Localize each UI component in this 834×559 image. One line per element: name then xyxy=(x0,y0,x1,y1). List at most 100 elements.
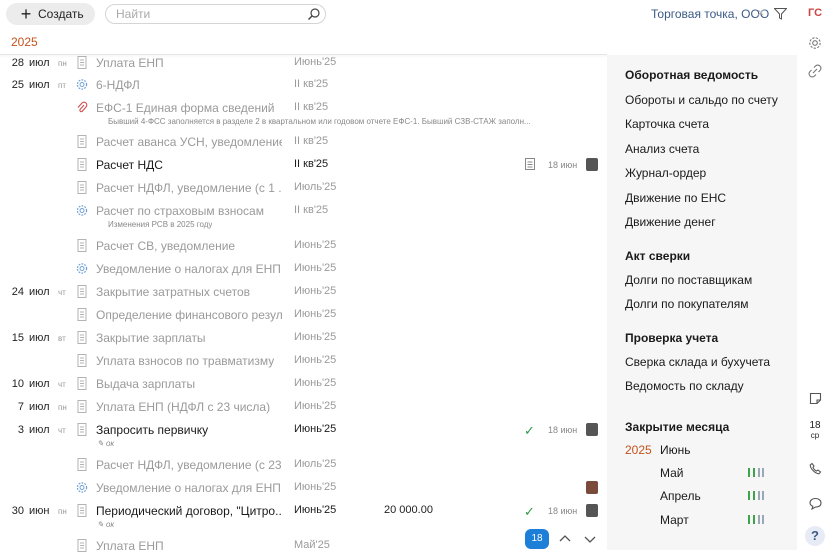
task-title[interactable]: Расчет НДФЛ, уведомление (с 23... xyxy=(96,458,282,472)
chevron-up-icon[interactable] xyxy=(557,531,573,547)
notes-icon[interactable] xyxy=(803,388,827,408)
page-badge[interactable]: 18 xyxy=(525,529,549,549)
task-row[interactable]: Уведомление о налогах для ЕНП Июнь'25 xyxy=(0,259,607,282)
task-period: Июнь'25 xyxy=(294,239,337,251)
closing-month[interactable]: Май xyxy=(660,466,684,480)
task-title[interactable]: Расчет СВ, уведомление xyxy=(96,239,235,253)
task-period: Май'25 xyxy=(294,539,330,551)
assignee-avatar[interactable] xyxy=(586,423,598,436)
report-link[interactable]: Карточка счета xyxy=(625,117,709,131)
task-row[interactable]: Расчет аванса УСН, уведомление II кв'25 xyxy=(0,132,607,155)
task-row[interactable]: Определение финансового резул... Июнь'25 xyxy=(0,305,607,328)
task-title[interactable]: Уплата ЕНП xyxy=(96,56,164,70)
task-row[interactable]: 3 июл чт Запросить первичку Июнь'25 ✎ ок ✓ 18 и… xyxy=(0,420,607,448)
task-row[interactable]: ЕФС-1 Единая форма сведений II кв'25 Бывши… xyxy=(0,98,607,126)
pencil-icon: ✎ xyxy=(97,439,106,448)
task-row[interactable]: 28 июл пн Уплата ЕНП Июнь'25 xyxy=(0,53,607,76)
chevron-down-icon[interactable] xyxy=(582,531,598,547)
task-row[interactable]: Расчет НДС II кв'25 18 июн xyxy=(0,155,607,178)
date-day: 25 xyxy=(11,79,24,91)
task-row[interactable]: 25 июл пт 6-НДФЛ II кв'25 xyxy=(0,75,607,98)
clear-organization-icon[interactable]: × xyxy=(757,5,765,20)
task-period: Июнь'25 xyxy=(294,481,337,493)
help-button[interactable]: ? xyxy=(805,526,825,546)
task-title[interactable]: Расчет по страховым взносам xyxy=(96,204,264,218)
document-icon xyxy=(77,423,87,436)
closing-month[interactable]: Июнь xyxy=(660,443,691,457)
done-check-icon: ✓ xyxy=(524,504,535,519)
task-row[interactable]: Расчет НДФЛ, уведомление (с 23... Июль'25 xyxy=(0,455,607,478)
task-title[interactable]: Уплата взносов по травматизму xyxy=(96,354,274,368)
report-link[interactable]: Долги по поставщикам xyxy=(625,273,752,287)
task-title[interactable]: Закрытие зарплаты xyxy=(96,331,206,345)
task-row[interactable]: 10 июл чт Выдача зарплаты Июнь'25 xyxy=(0,374,607,397)
task-title[interactable]: Уплата ЕНП (НДФЛ с 23 числа) xyxy=(96,400,270,414)
report-link[interactable]: Обороты и сальдо по счету xyxy=(625,93,778,107)
section-title-reconciliation[interactable]: Акт сверки xyxy=(625,249,690,263)
task-row[interactable]: Уведомление о налогах для ЕНП Июнь'25 xyxy=(0,478,607,501)
task-period: Июль'25 xyxy=(294,458,337,470)
task-title[interactable]: Уплата ЕНП xyxy=(96,539,164,553)
task-row[interactable]: 7 июл пн Уплата ЕНП (НДФЛ с 23 числа) Июнь'2… xyxy=(0,397,607,420)
report-link[interactable]: Движение денег xyxy=(625,215,716,229)
task-row[interactable]: Уплата ЕНП Май'25 xyxy=(0,536,607,559)
report-link[interactable]: Ведомость по складу xyxy=(625,379,744,393)
document-icon xyxy=(77,56,87,69)
report-link[interactable]: Сверка склада и бухучета xyxy=(625,355,770,369)
date-month: июл xyxy=(29,401,50,413)
task-row[interactable]: Расчет СВ, уведомление Июнь'25 xyxy=(0,236,607,259)
task-title[interactable]: Уведомление о налогах для ЕНП xyxy=(96,481,281,495)
report-link[interactable]: Анализ счета xyxy=(625,142,699,156)
date-month: июл xyxy=(29,286,50,298)
task-title[interactable]: Периодический договор, "Цитро... xyxy=(96,504,282,518)
task-title[interactable]: Запросить первичку xyxy=(96,423,208,437)
task-row[interactable]: Расчет НДФЛ, уведомление (с 1 ... Июль'25 xyxy=(0,178,607,201)
section-title-accounting-check[interactable]: Проверка учета xyxy=(625,331,718,345)
task-row[interactable]: 24 июл чт Закрытие затратных счетов Июнь'25 xyxy=(0,282,607,305)
filter-icon[interactable] xyxy=(774,8,787,20)
document-icon xyxy=(77,158,87,171)
task-title[interactable]: Расчет аванса УСН, уведомление xyxy=(96,135,282,149)
closing-month[interactable]: Апрель xyxy=(660,489,701,503)
task-period: II кв'25 xyxy=(294,204,329,216)
document-icon xyxy=(77,458,87,471)
assignee-avatar[interactable] xyxy=(586,481,598,494)
task-period: II кв'25 xyxy=(294,135,329,147)
report-link[interactable]: Журнал-ордер xyxy=(625,166,706,180)
closing-month[interactable]: Март xyxy=(660,513,689,527)
assignee-avatar[interactable] xyxy=(586,504,598,517)
document-icon xyxy=(77,377,87,390)
month-status-indicator xyxy=(748,491,764,500)
task-title[interactable]: Определение финансового резул... xyxy=(96,308,282,322)
calendar-widget[interactable]: 18 ср xyxy=(803,421,827,441)
date-month: июн xyxy=(29,505,50,517)
task-title[interactable]: Уведомление о налогах для ЕНП xyxy=(96,262,281,276)
phone-icon[interactable] xyxy=(803,458,827,478)
organization-select[interactable]: Торговая точка, ООО xyxy=(651,7,769,21)
report-link[interactable]: Долги по покупателям xyxy=(625,297,748,311)
assignee-avatar[interactable] xyxy=(586,158,598,171)
document-icon xyxy=(77,354,87,367)
report-link[interactable]: Движение по ЕНС xyxy=(625,191,726,205)
link-icon[interactable] xyxy=(803,61,827,81)
section-title-month-closing[interactable]: Закрытие месяца xyxy=(625,420,729,434)
task-title[interactable]: Закрытие затратных счетов xyxy=(96,285,250,299)
task-title[interactable]: 6-НДФЛ xyxy=(96,78,140,92)
calendar-weekday: ср xyxy=(810,431,820,440)
task-title[interactable]: Выдача зарплаты xyxy=(96,377,195,391)
section-title-turnover[interactable]: Оборотная ведомость xyxy=(625,68,758,82)
closing-year[interactable]: 2025 xyxy=(625,443,652,457)
task-title[interactable]: Расчет НДС xyxy=(96,158,163,172)
date-day: 28 xyxy=(11,57,24,69)
task-title[interactable]: Расчет НДФЛ, уведомление (с 1 ... xyxy=(96,181,282,195)
chat-icon[interactable] xyxy=(803,493,827,513)
user-avatar[interactable]: ГС xyxy=(808,7,822,19)
gear-icon xyxy=(76,205,88,216)
task-title[interactable]: ЕФС-1 Единая форма сведений xyxy=(96,101,274,115)
task-row[interactable]: Уплата взносов по травматизму Июнь'25 xyxy=(0,351,607,374)
task-row[interactable]: 30 июн пн Периодический договор, "Цитро... И… xyxy=(0,501,607,529)
report-file-icon[interactable] xyxy=(525,158,535,170)
gear-icon[interactable] xyxy=(803,33,827,53)
task-row[interactable]: Расчет по страховым взносам II кв'25 Измен… xyxy=(0,201,607,229)
task-row[interactable]: 15 июл вт Закрытие зарплаты Июнь'25 xyxy=(0,328,607,351)
